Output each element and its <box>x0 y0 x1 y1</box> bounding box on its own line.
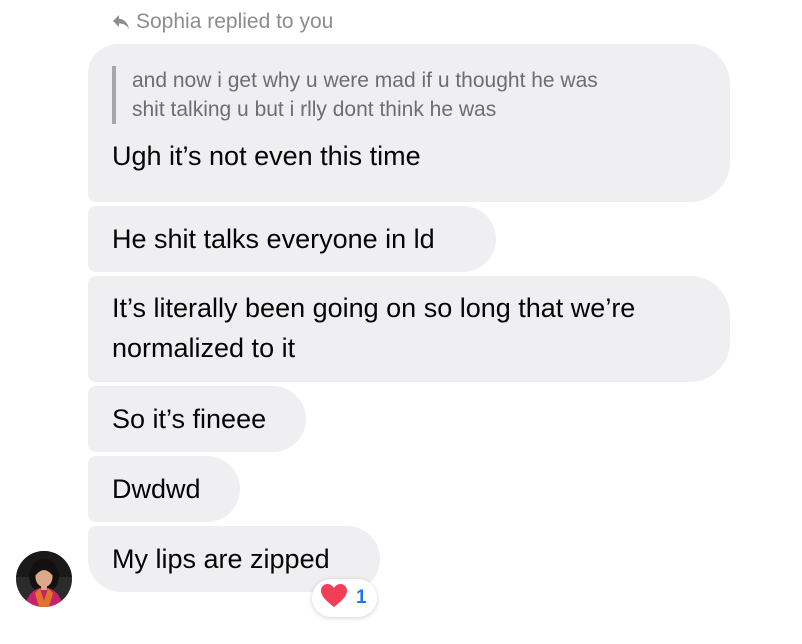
avatar[interactable] <box>16 551 72 607</box>
reply-header-text: Sophia replied to you <box>136 10 334 33</box>
message-text: My lips are zipped <box>112 544 330 574</box>
message-text: Dwdwd <box>112 474 201 504</box>
message-bubble[interactable]: Dwdwd <box>88 456 240 522</box>
reply-header: Sophia replied to you <box>112 8 333 36</box>
quoted-message-line: shit talking u but i rlly dont think he … <box>132 98 497 121</box>
message-text: Ugh it’s not even this time <box>112 141 421 171</box>
reaction-count: 1 <box>356 587 367 608</box>
reply-arrow-icon <box>112 14 130 30</box>
message-bubble[interactable]: He shit talks everyone in ld <box>88 206 496 272</box>
quoted-message-line: and now i get why u were mad if u though… <box>132 69 598 92</box>
message-text: He shit talks everyone in ld <box>112 224 435 254</box>
message-text: It’s literally been going on so long tha… <box>112 293 636 323</box>
message-text: So it’s fineee <box>112 404 267 434</box>
quoted-message: and now i get why u were mad if u though… <box>112 66 706 124</box>
message-bubble[interactable]: It’s literally been going on so long tha… <box>88 276 730 382</box>
message-bubble[interactable]: So it’s fineee <box>88 386 306 452</box>
message-bubble-with-quote[interactable]: and now i get why u were mad if u though… <box>88 44 730 202</box>
heart-icon <box>320 583 348 613</box>
message-text: normalized to it <box>112 333 296 363</box>
reaction-pill[interactable]: 1 <box>312 579 377 617</box>
